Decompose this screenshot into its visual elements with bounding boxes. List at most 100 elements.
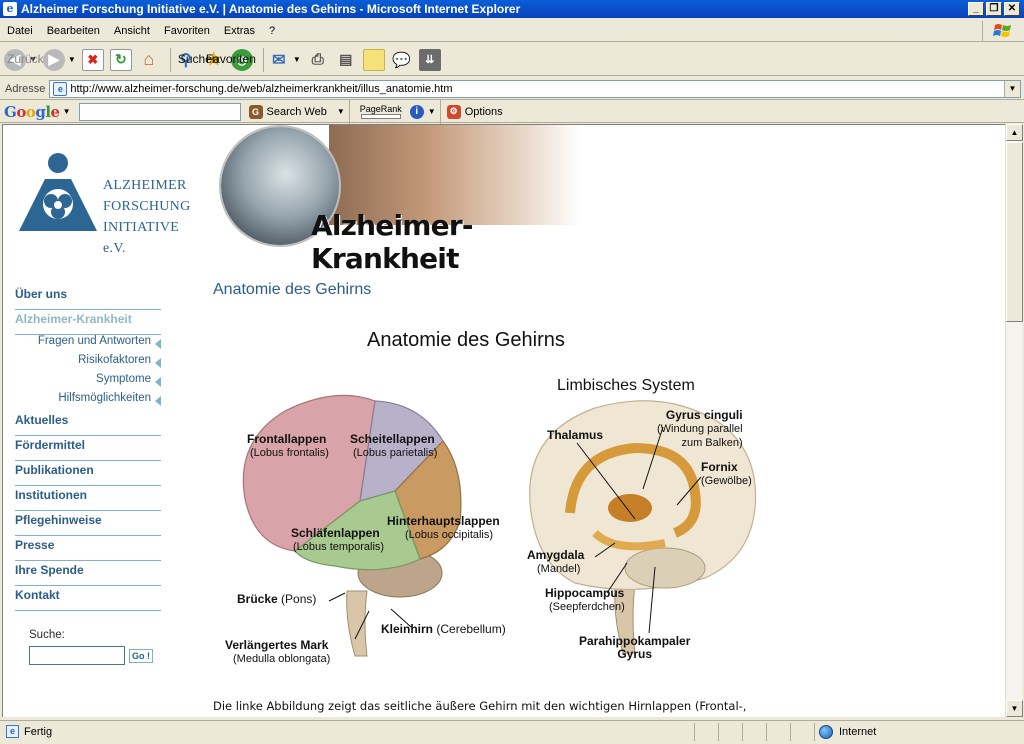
afi-logo-text: ALZHEIMER FORSCHUNG INITIATIVE e.V. xyxy=(103,178,191,256)
menu-help[interactable]: ? xyxy=(262,25,282,37)
address-dropdown-button[interactable]: ▼ xyxy=(1004,80,1020,97)
nav-presse[interactable]: Presse xyxy=(15,536,161,561)
address-url[interactable]: http://www.alzheimer-forschung.de/web/al… xyxy=(70,83,1004,95)
chat-bubble-icon: 💬 xyxy=(392,51,412,69)
page-title: Anatomie des Gehirns xyxy=(213,281,372,298)
window-title: Alzheimer Forschung Initiative e.V. | An… xyxy=(21,2,521,16)
site-navigation: Über uns Alzheimer-Krankheit Fragen und … xyxy=(15,285,165,611)
afi-logo[interactable]: ALZHEIMER FORSCHUNG INITIATIVE e.V. xyxy=(15,151,195,256)
mail-button[interactable]: ✉ ▼ xyxy=(268,49,301,71)
notes-button[interactable] xyxy=(362,48,385,71)
search-web-button[interactable]: G Search Web ▼ xyxy=(248,104,345,119)
nav-risikofaktoren[interactable]: Risikofaktoren xyxy=(15,354,161,373)
menu-favoriten[interactable]: Favoriten xyxy=(157,25,217,37)
globe-icon xyxy=(819,725,833,739)
scroll-down-button[interactable]: ▼ xyxy=(1006,700,1023,717)
toolbar-separator xyxy=(439,99,441,124)
menu-extras[interactable]: Extras xyxy=(217,25,262,37)
ie-icon: e xyxy=(3,2,17,16)
info-icon[interactable]: i xyxy=(409,104,424,119)
note-icon xyxy=(362,48,385,71)
label-medulla: Verlängertes Mark (Medulla oblongata) xyxy=(225,638,331,666)
google-search-input[interactable] xyxy=(78,102,241,121)
nav-symptome[interactable]: Symptome xyxy=(15,373,161,392)
label-occipital: Hinterhauptslappen (Lobus occipitalis) xyxy=(387,514,500,542)
favorites-button[interactable]: ★ Favoriten xyxy=(203,49,256,71)
google-logo[interactable]: Google xyxy=(4,103,60,121)
menu-ansicht[interactable]: Ansicht xyxy=(107,25,157,37)
nav-hilfsmoeglichkeiten[interactable]: Hilfsmöglichkeiten xyxy=(15,392,161,411)
nav-aktuelles[interactable]: Aktuelles xyxy=(15,411,161,436)
label-hippocampus: Hippocampus (Seepferdchen) xyxy=(545,586,625,614)
chevron-down-icon[interactable]: ▼ xyxy=(63,107,71,116)
search-go-button[interactable]: Go ! xyxy=(129,648,153,663)
site-search-input[interactable] xyxy=(29,646,125,665)
windows-flag-icon xyxy=(982,21,1022,41)
title-bar: e Alzheimer Forschung Initiative e.V. | … xyxy=(0,0,1024,18)
search-button[interactable]: ⚲ Suchen xyxy=(175,49,219,71)
label-pons: Brücke (Pons) xyxy=(237,592,317,606)
nav-ueber-uns[interactable]: Über uns xyxy=(15,285,161,310)
back-button[interactable]: ◀ Zurück ▼ xyxy=(4,48,44,71)
site-search: Suche: Go ! xyxy=(29,629,153,665)
nav-publikationen[interactable]: Publikationen xyxy=(15,461,161,486)
label-gyrus-cinguli: Gyrus cinguli (Windung parallel zum Balk… xyxy=(657,408,743,450)
edit-button[interactable]: ▤ xyxy=(335,49,357,71)
research-button[interactable]: ⇊ xyxy=(418,48,441,71)
stop-button[interactable]: ✖ xyxy=(81,48,104,71)
print-button[interactable]: ⎙ xyxy=(307,49,329,71)
search-label: Suche: xyxy=(29,629,65,641)
menu-bearbeiten[interactable]: Bearbeiten xyxy=(40,25,107,37)
forward-button[interactable]: ▶ ▼ xyxy=(42,48,76,71)
status-text-area: e Fertig xyxy=(6,725,52,738)
refresh-button[interactable]: ↻ xyxy=(109,48,132,71)
maximize-button[interactable]: ❐ xyxy=(986,2,1002,16)
close-button[interactable]: ✕ xyxy=(1004,2,1020,16)
banner-title: Alzheimer-Krankheit xyxy=(311,209,473,275)
nav-fragen-und-antworten[interactable]: Fragen und Antworten xyxy=(15,335,161,354)
label-parietal: Scheitellappen (Lobus parietalis) xyxy=(350,432,438,460)
chevron-down-icon: ▼ xyxy=(292,55,301,64)
browser-window: e Alzheimer Forschung Initiative e.V. | … xyxy=(0,0,1024,744)
minimize-button[interactable]: _ xyxy=(968,2,984,16)
scroll-up-button[interactable]: ▲ xyxy=(1006,124,1023,141)
chevron-down-icon: ▼ xyxy=(336,107,345,116)
google-search-icon: G xyxy=(248,104,263,119)
home-button[interactable]: ⌂ xyxy=(138,49,160,71)
chevron-down-icon[interactable]: ▼ xyxy=(428,107,436,116)
stop-icon: ✖ xyxy=(81,48,104,71)
afi-logo-mark-icon xyxy=(19,153,97,231)
address-bar: Adresse e http://www.alzheimer-forschung… xyxy=(0,78,1024,100)
label-cerebellum: Kleinhirn (Cerebellum) xyxy=(381,622,506,636)
research-icon: ⇊ xyxy=(418,48,441,71)
discuss-button[interactable]: 💬 xyxy=(391,49,413,71)
menu-datei[interactable]: Datei xyxy=(0,25,40,37)
nav-institutionen[interactable]: Institutionen xyxy=(15,486,161,511)
address-input[interactable]: e http://www.alzheimer-forschung.de/web/… xyxy=(49,79,1021,98)
printer-icon: ⎙ xyxy=(311,51,324,68)
nav-ihre-spende[interactable]: Ihre Spende xyxy=(15,561,161,586)
toolbar-separator xyxy=(348,99,350,124)
google-toolbar: Google ▼ G Search Web ▼ PageRank i ▼ ⚙ O… xyxy=(0,99,1024,124)
forward-arrow-icon: ▶ xyxy=(42,48,65,71)
vertical-scrollbar[interactable]: ▲ ▼ xyxy=(1005,124,1023,717)
status-panel xyxy=(742,723,766,741)
label-thalamus: Thalamus xyxy=(547,428,604,442)
pagerank-indicator[interactable]: PageRank xyxy=(360,104,402,119)
label-fornix: Fornix (Gewölbe) xyxy=(701,460,752,488)
standard-toolbar: ◀ Zurück ▼ ▶ ▼ ✖ ↻ ⌂ ⚲ Suchen ★ Favorite… xyxy=(0,44,1024,76)
label-parahippocampal: Parahippokampaler Gyrus xyxy=(579,634,691,661)
scroll-thumb[interactable] xyxy=(1006,142,1023,322)
options-button[interactable]: ⚙ Options xyxy=(446,104,503,119)
status-panel xyxy=(766,723,790,741)
page-done-icon: e xyxy=(6,725,19,738)
refresh-icon: ↻ xyxy=(109,48,132,71)
nav-alzheimer-krankheit[interactable]: Alzheimer-Krankheit xyxy=(15,310,161,335)
nav-kontakt[interactable]: Kontakt xyxy=(15,586,161,611)
pagerank-bar xyxy=(360,114,401,119)
label-frontal: Frontallappen (Lobus frontalis) xyxy=(247,432,329,460)
status-bar: e Fertig Internet xyxy=(0,720,1024,742)
nav-foerdermittel[interactable]: Fördermittel xyxy=(15,436,161,461)
toolbar-separator xyxy=(169,47,171,72)
nav-pflegehinweise[interactable]: Pflegehinweise xyxy=(15,511,161,536)
